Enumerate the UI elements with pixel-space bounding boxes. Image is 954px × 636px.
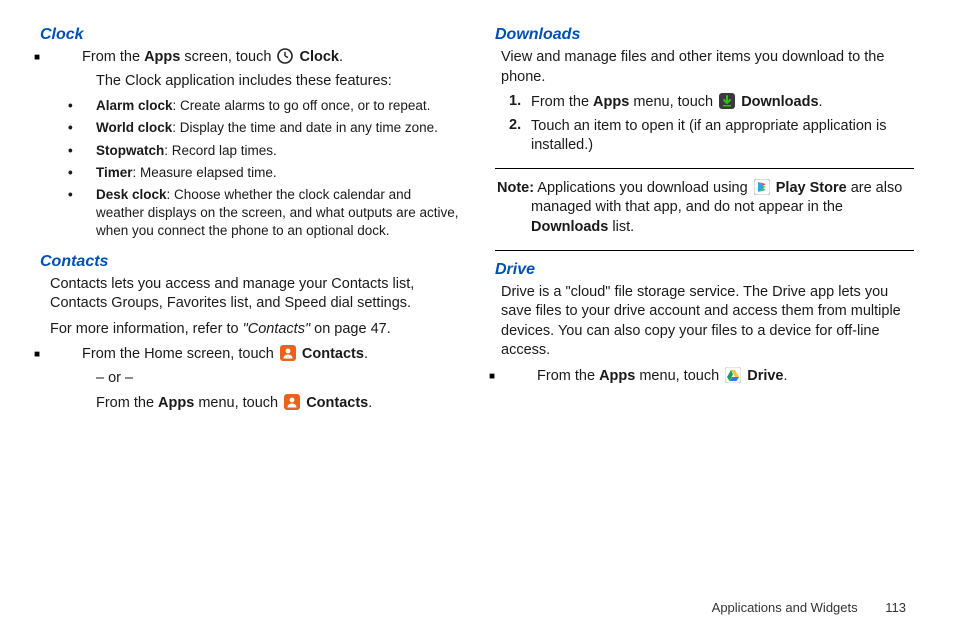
contacts-p1: Contacts lets you access and manage your…: [50, 275, 459, 314]
drive-p1: Drive is a "cloud" file storage service.…: [501, 283, 914, 361]
text: .: [784, 368, 788, 384]
right-column: Downloads View and manage files and othe…: [477, 26, 914, 592]
clock-features-intro: The Clock application includes these fea…: [40, 72, 459, 92]
text: From the: [537, 368, 599, 384]
text: menu, touch: [635, 368, 723, 384]
text: Applications you download using: [534, 180, 752, 196]
contacts-step-1: From the Home screen, touch Contacts.: [50, 345, 459, 365]
play-store-icon: [754, 179, 770, 195]
label: World clock: [96, 120, 172, 135]
text: For more information, refer to: [50, 321, 243, 337]
step-number: 2.: [509, 117, 531, 156]
apps-label: Apps: [144, 49, 180, 65]
text: .: [339, 49, 343, 65]
clock-label: Clock: [299, 49, 339, 65]
feature-world: World clock: Display the time and date i…: [40, 119, 459, 137]
text: .: [368, 395, 372, 411]
downloads-label: Downloads: [741, 94, 818, 110]
feature-timer: Timer: Measure elapsed time.: [40, 164, 459, 182]
page: Clock From the Apps screen, touch Clock.…: [0, 0, 954, 600]
footer-section: Applications and Widgets: [712, 600, 858, 615]
text: : Display the time and date in any time …: [172, 120, 438, 135]
step-number: 1.: [509, 93, 531, 113]
downloads-heading: Downloads: [495, 26, 914, 44]
step-text: From the Apps menu, touch Downloads.: [531, 93, 914, 113]
contacts-icon: [280, 345, 296, 361]
text: : Record lap times.: [164, 143, 277, 158]
text: From the: [96, 395, 158, 411]
divider: [495, 250, 914, 251]
feature-alarm: Alarm clock: Create alarms to go off onc…: [40, 97, 459, 115]
contacts-label: Contacts: [306, 395, 368, 411]
contacts-p2: For more information, refer to "Contacts…: [50, 320, 459, 340]
drive-step-1: From the Apps menu, touch Drive.: [505, 367, 914, 387]
downloads-icon: [719, 93, 735, 109]
label: Timer: [96, 165, 133, 180]
drive-label: Drive: [747, 368, 783, 384]
downloads-note: Note: Applications you download using Pl…: [497, 179, 912, 238]
contacts-icon: [284, 394, 300, 410]
text: screen, touch: [180, 49, 275, 65]
step-text: Touch an item to open it (if an appropri…: [531, 117, 914, 156]
contacts-label: Contacts: [302, 346, 364, 362]
apps-label: Apps: [593, 94, 629, 110]
apps-label: Apps: [158, 395, 194, 411]
downloads-step-2: 2. Touch an item to open it (if an appro…: [509, 117, 914, 156]
contacts-step-2: From the Apps menu, touch Contacts.: [40, 394, 459, 414]
note-label: Note:: [497, 180, 534, 196]
label: Alarm clock: [96, 98, 173, 113]
divider: [495, 168, 914, 169]
contacts-or: – or –: [40, 369, 459, 389]
text: list.: [608, 219, 634, 235]
left-column: Clock From the Apps screen, touch Clock.…: [40, 26, 477, 592]
text: on page 47.: [310, 321, 391, 337]
text: menu, touch: [629, 94, 717, 110]
text: .: [364, 346, 368, 362]
ref: "Contacts": [243, 321, 311, 337]
downloads-label: Downloads: [531, 219, 608, 235]
clock-step-1: From the Apps screen, touch Clock.: [50, 48, 459, 68]
text: From the Home screen, touch: [82, 346, 278, 362]
drive-icon: [725, 367, 741, 383]
feature-desk: Desk clock: Choose whether the clock cal…: [40, 186, 459, 241]
feature-stopwatch: Stopwatch: Record lap times.: [40, 142, 459, 160]
clock-icon: [277, 48, 293, 64]
downloads-step-1: 1. From the Apps menu, touch Downloads.: [509, 93, 914, 113]
clock-heading: Clock: [40, 26, 459, 44]
text: .: [819, 94, 823, 110]
page-footer: Applications and Widgets 113: [0, 600, 954, 615]
text: menu, touch: [194, 395, 282, 411]
play-store-label: Play Store: [776, 180, 847, 196]
text: From the: [82, 49, 144, 65]
text: : Measure elapsed time.: [133, 165, 277, 180]
label: Desk clock: [96, 187, 167, 202]
drive-heading: Drive: [495, 261, 914, 279]
text: From the: [531, 94, 593, 110]
downloads-p1: View and manage files and other items yo…: [501, 48, 914, 87]
text: : Create alarms to go off once, or to re…: [173, 98, 431, 113]
contacts-heading: Contacts: [40, 253, 459, 271]
label: Stopwatch: [96, 143, 164, 158]
page-number: 113: [885, 600, 906, 615]
apps-label: Apps: [599, 368, 635, 384]
